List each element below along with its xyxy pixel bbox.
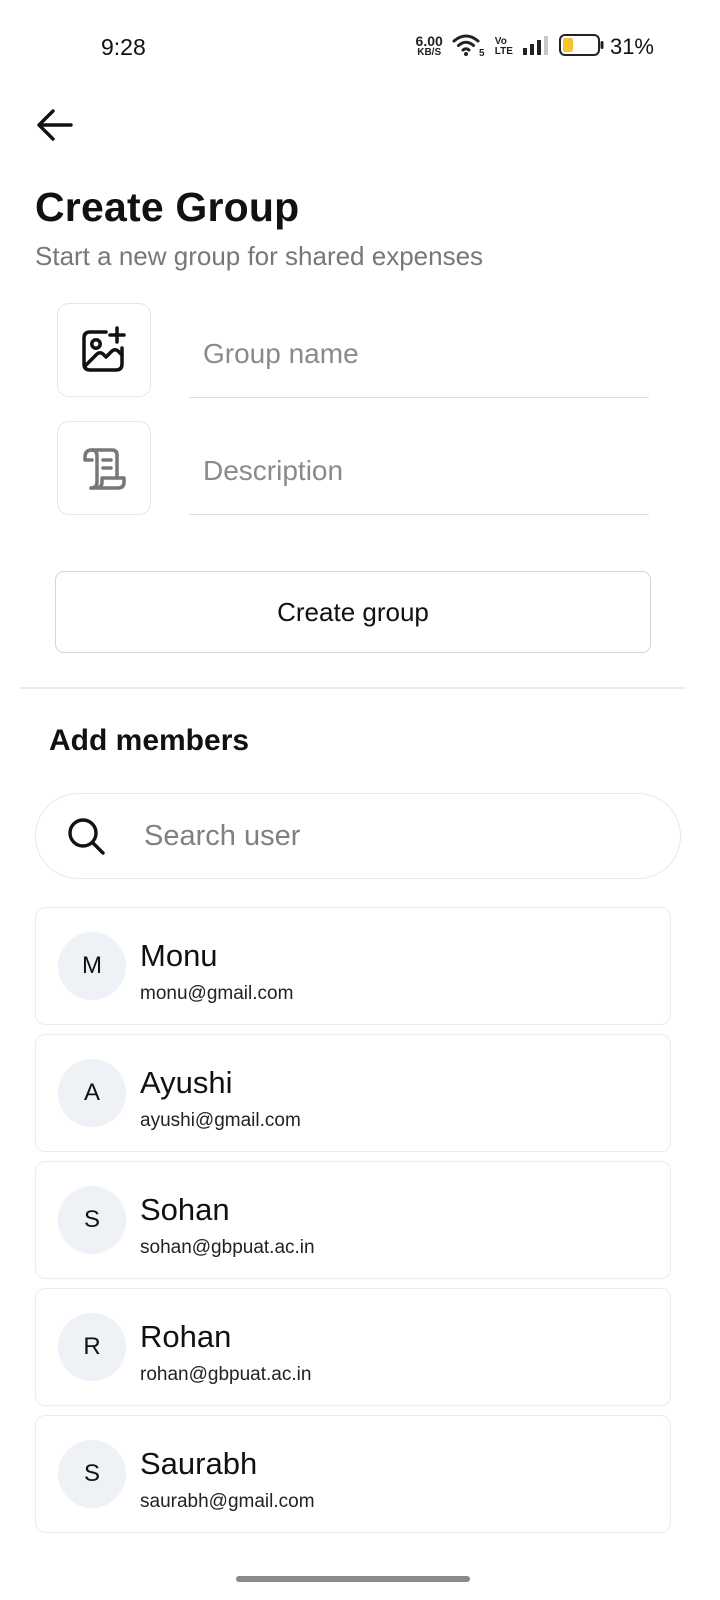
search-user-input[interactable] — [144, 794, 680, 878]
home-indicator[interactable] — [236, 1576, 470, 1582]
group-name-input[interactable] — [189, 310, 649, 397]
wifi-icon: 5 — [452, 32, 486, 63]
group-name-field[interactable] — [189, 310, 649, 398]
user-name: Monu — [140, 938, 218, 973]
create-group-button[interactable]: Create group — [55, 571, 651, 653]
user-name: Sohan — [140, 1192, 230, 1227]
network-speed-value: 6.00 — [415, 33, 443, 49]
user-name: Ayushi — [140, 1065, 233, 1100]
description-input[interactable] — [189, 427, 649, 514]
description-field[interactable] — [189, 427, 649, 515]
create-group-screen: 9:28 6.00 KB/S 5 Vo LTE 31% Create Group… — [0, 0, 720, 1600]
user-list-item[interactable]: R Rohan rohan@gbpuat.ac.in — [35, 1288, 671, 1406]
search-user-bar[interactable] — [35, 793, 681, 879]
status-bar: 9:28 6.00 KB/S 5 Vo LTE 31% — [0, 0, 720, 96]
page-title: Create Group — [35, 184, 300, 230]
search-icon — [66, 816, 106, 856]
user-list-item[interactable]: M Monu monu@gmail.com — [35, 907, 671, 1025]
user-name: Rohan — [140, 1319, 232, 1354]
page-subtitle: Start a new group for shared expenses — [35, 241, 484, 271]
avatar: R — [58, 1313, 126, 1381]
signal-icon — [522, 34, 550, 61]
battery-icon — [558, 33, 605, 62]
status-icons: 6.00 KB/S 5 Vo LTE 31% — [416, 33, 654, 61]
avatar: A — [58, 1059, 126, 1127]
user-list-item[interactable]: S Sohan sohan@gbpuat.ac.in — [35, 1161, 671, 1279]
user-name: Saurabh — [140, 1446, 258, 1481]
back-button[interactable] — [30, 102, 80, 148]
arrow-left-icon — [37, 109, 73, 141]
user-list-item[interactable]: A Ayushi ayushi@gmail.com — [35, 1034, 671, 1152]
scroll-icon — [83, 448, 126, 490]
network-speed: 6.00 KB/S — [415, 33, 443, 58]
volte-indicator: Vo LTE — [495, 37, 513, 57]
image-add-icon — [82, 326, 126, 372]
avatar: S — [58, 1440, 126, 1508]
user-email: monu@gmail.com — [140, 983, 294, 1004]
status-time: 9:28 — [101, 34, 146, 60]
network-speed-unit: KB/S — [417, 47, 442, 58]
svg-text:5: 5 — [479, 48, 485, 58]
battery: 31% — [558, 33, 654, 62]
add-members-title: Add members — [49, 724, 250, 757]
avatar: M — [58, 932, 126, 1000]
user-email: rohan@gbpuat.ac.in — [140, 1364, 312, 1385]
battery-fill — [562, 37, 573, 52]
group-image-picker[interactable] — [57, 303, 151, 397]
volte-bottom: LTE — [494, 46, 513, 57]
battery-percent: 31% — [609, 34, 654, 59]
user-list-item[interactable]: S Saurabh saurabh@gmail.com — [35, 1415, 671, 1533]
description-icon-box — [57, 421, 151, 515]
user-email: saurabh@gmail.com — [140, 1491, 315, 1512]
section-divider — [20, 687, 686, 689]
avatar: S — [58, 1186, 126, 1254]
user-email: ayushi@gmail.com — [140, 1110, 301, 1131]
user-email: sohan@gbpuat.ac.in — [140, 1237, 315, 1258]
